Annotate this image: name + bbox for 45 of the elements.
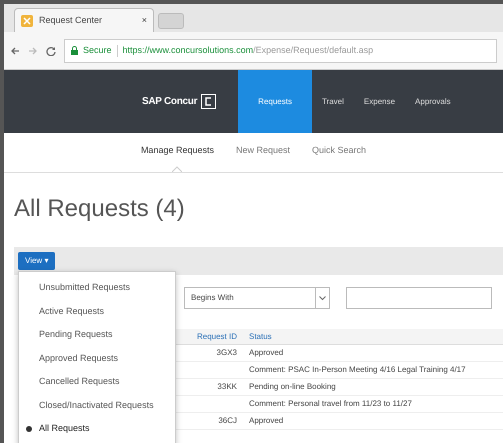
table-cell: Comment: Personal travel from 11/23 to 11/27 xyxy=(249,398,412,410)
operator-select[interactable]: Begins With xyxy=(184,287,330,309)
table-cell-text: 36CJ xyxy=(217,415,238,427)
nav-tab[interactable]: Requests xyxy=(238,70,312,133)
table-cell-text: 33KK xyxy=(216,381,238,393)
table-cell-text: 3GX3 xyxy=(216,347,238,359)
search-field[interactable] xyxy=(346,287,492,309)
url-text: https://www.concursolutions.com/Expense/Request/default.asp xyxy=(122,44,374,57)
column-header[interactable]: Status xyxy=(249,330,272,342)
menu-item[interactable]: Unsubmitted Requests xyxy=(19,276,175,300)
caret-icon xyxy=(319,296,326,300)
address-bar[interactable]: Secure https://www.concursolutions.com/Expense/Request/default.asp xyxy=(64,38,497,62)
close-icon[interactable]: × xyxy=(142,14,147,28)
new-tab-button[interactable] xyxy=(158,13,184,29)
menu-item[interactable]: Cancelled Requests xyxy=(19,370,175,394)
bullet-icon xyxy=(26,426,32,432)
reload-icon xyxy=(46,46,56,56)
lock-icon xyxy=(71,46,78,55)
subnav-link[interactable]: Quick Search xyxy=(312,144,366,157)
pointer-icon xyxy=(172,166,182,172)
brand-name: SAP Concur xyxy=(142,95,198,109)
view-button[interactable]: View ▾ xyxy=(18,252,56,270)
menu-item[interactable]: Pending Requests xyxy=(19,323,175,346)
nav-tab[interactable]: Expense xyxy=(354,70,406,133)
menu-item[interactable]: Active Requests xyxy=(19,300,175,323)
subnav-link[interactable]: New Request xyxy=(236,144,290,157)
menu-item[interactable]: Closed/Inactivated Requests xyxy=(19,394,175,417)
logo-icon xyxy=(201,94,216,109)
forward-icon xyxy=(28,46,38,56)
nav-tab[interactable]: Travel xyxy=(312,70,354,133)
page-title: All Requests (4) xyxy=(14,194,186,224)
menu-item[interactable]: Approved Requests xyxy=(19,346,175,370)
tab-title: Request Center xyxy=(39,14,104,27)
table-cell: Comment: PSAC In-Person Meeting 4/16 Legal Training 4/17 xyxy=(249,364,466,376)
favicon-icon xyxy=(21,14,33,26)
menu-item[interactable]: All Requests xyxy=(19,417,175,440)
table-cell: Pending on-line Booking xyxy=(249,381,336,393)
table-cell: Approved xyxy=(249,415,284,427)
nav-tab[interactable]: Approvals xyxy=(405,70,461,133)
column-header[interactable]: Request ID xyxy=(174,330,249,342)
browser-tab[interactable]: Request Center × xyxy=(14,8,154,32)
back-icon xyxy=(10,46,20,56)
security-label: Secure xyxy=(83,44,112,57)
subnav-link[interactable]: Manage Requests xyxy=(140,144,214,157)
table-cell: Approved xyxy=(249,347,284,359)
